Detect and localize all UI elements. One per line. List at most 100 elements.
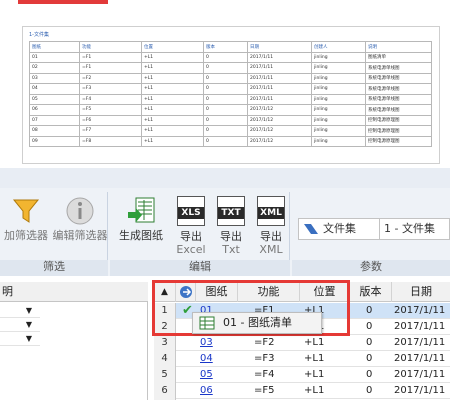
document-table-cell: 控制电源原理图 [365, 135, 432, 147]
document-table-cell: 03 [29, 72, 80, 84]
document-table-cell: +L1 [141, 135, 204, 147]
document-table-cell: jinling [311, 135, 366, 147]
document-table-cell: =F7 [79, 125, 142, 137]
document-col-header: 图纸 [29, 41, 80, 53]
document-col-header: 位置 [141, 41, 204, 53]
document-col-header: 日期 [247, 41, 312, 53]
document-table-cell: =F6 [79, 114, 142, 126]
fileset-label-box: 文件集 [298, 218, 380, 240]
grid-row-number[interactable]: 6 [154, 383, 176, 399]
grid-row-number[interactable]: 4 [154, 351, 176, 367]
document-table-cell: 系统电源单线图 [365, 104, 432, 116]
dropdown-arrow-icon[interactable]: ▼ [24, 334, 34, 344]
grid-cell-loc: +L1 [304, 385, 325, 396]
sheet-icon [199, 316, 215, 330]
grid-row[interactable]: 4 04 =F3 +L1 0 2017/1/11 [154, 351, 450, 367]
grid-col-header-date[interactable]: 日期 [392, 282, 450, 302]
filter-panel-header: 明 [0, 282, 148, 302]
document-table-cell: 2017/1/11 [247, 51, 312, 63]
grid-drawing-link[interactable]: 05 [200, 367, 213, 383]
document-table-cell: 06 [29, 104, 80, 116]
grid-row[interactable]: 3 03 =F2 +L1 0 2017/1/11 [154, 335, 450, 351]
document-table-cell: 2017/1/11 [247, 83, 312, 95]
grid-drawing-link[interactable]: 03 [200, 335, 213, 351]
document-table-cell: 05 [29, 93, 80, 105]
ribbon-tab-strip [0, 168, 450, 188]
grid-cell-ver: 0 [366, 321, 373, 332]
document-table-cell: 图纸清单 [365, 51, 432, 63]
document-table-cell: +L1 [141, 62, 204, 74]
dropdown-arrow-icon[interactable]: ▼ [24, 320, 34, 330]
document-table-cell: 08 [29, 125, 80, 137]
document-table-cell: 04 [29, 83, 80, 95]
document-table-cell: +L1 [141, 51, 204, 63]
document-table-cell: jinling [311, 125, 366, 137]
grid-cell-ver: 0 [366, 305, 373, 316]
grid-row[interactable]: 6 06 =F5 +L1 0 2017/1/11 [154, 383, 450, 399]
document-table-row: 07 =F6 +L1 0 2017/1/12 jinling 控制电源原理图 [29, 114, 432, 126]
params-group-footer: 参数 [292, 260, 450, 276]
document-table-cell: =F1 [79, 51, 142, 63]
generate-drawing-button[interactable]: 生成图纸 [114, 196, 168, 242]
export-txt-button[interactable]: TXT 导出 Txt [212, 196, 250, 260]
export-xml-button[interactable]: XML 导出 XML [252, 196, 290, 260]
grid-cell-date: 2017/1/11 [394, 337, 446, 348]
document-table-cell: jinling [311, 93, 366, 105]
document-table-cell: 0 [203, 51, 248, 63]
document-table-cell: 0 [203, 93, 248, 105]
export-excel-button[interactable]: XLS 导出 Excel [172, 196, 210, 260]
filter-row[interactable]: ▼ [0, 304, 40, 318]
document-table-cell: 0 [203, 125, 248, 137]
document-table-cell: jinling [311, 83, 366, 95]
xml-icon-text: XML [258, 207, 284, 219]
grid-drawing-link[interactable]: 04 [200, 351, 213, 367]
document-table-cell: 系统电源单线图 [365, 93, 432, 105]
fileset-value: 1 - 文件集 [384, 222, 435, 235]
export-txt-line1: 导出 [220, 230, 242, 243]
edit-group-footer: 编辑 [110, 260, 290, 276]
dropdown-arrow-icon[interactable]: ▼ [24, 306, 34, 316]
export-excel-line2: Excel [176, 243, 206, 256]
grid-cell-loc: +L1 [304, 369, 325, 380]
document-table-cell: +L1 [141, 104, 204, 116]
filter-row[interactable]: ▼ [0, 332, 40, 346]
grid-cell-ver: 0 [366, 385, 373, 396]
grid-row[interactable]: 5 05 =F4 +L1 0 2017/1/11 [154, 367, 450, 383]
grid-drawing-link[interactable]: 06 [200, 383, 213, 399]
document-table-row: 02 =F1 +L1 0 2017/1/11 jinling 系统电源单线图 [29, 62, 432, 74]
document-table-cell: 2017/1/11 [247, 62, 312, 74]
add-filter-button[interactable]: 加筛选器 [0, 196, 52, 242]
red-marker [18, 0, 108, 4]
grid-col-header-version[interactable]: 版本 [350, 282, 392, 302]
document-table-cell: 2017/1/11 [247, 72, 312, 84]
document-table-cell: 2017/1/12 [247, 114, 312, 126]
document-table-cell: 系统电源单线图 [365, 62, 432, 74]
document-table-cell: 2017/1/12 [247, 135, 312, 147]
document-col-header: 创建人 [311, 41, 366, 53]
filter-group-footer: 筛选 [0, 260, 108, 276]
filter-row[interactable]: ▼ [0, 318, 40, 332]
document-col-header: 说明 [365, 41, 432, 53]
document-table-cell: 控制电源原理图 [365, 114, 432, 126]
export-xml-line1: 导出 [260, 230, 282, 243]
document-table-row: 04 =F3 +L1 0 2017/1/11 jinling 系统电源单线图 [29, 83, 432, 95]
document-table-cell: 0 [203, 104, 248, 116]
info-icon [66, 197, 94, 225]
document-table-row: 03 =F2 +L1 0 2017/1/11 jinling 系统电源单线图 [29, 72, 432, 84]
document-table-cell: =F2 [79, 72, 142, 84]
document-table-cell: 02 [29, 62, 80, 74]
document-table-cell: +L1 [141, 114, 204, 126]
grid-cell-date: 2017/1/11 [394, 305, 446, 316]
document-sheet: 1-文件集 图纸 功能 位置 版本 日期 创建人 说明 01 =F1 +L1 0… [22, 26, 440, 164]
document-table-cell: =F1 [79, 62, 142, 74]
edit-filter-button[interactable]: 编辑筛选器 [52, 196, 108, 242]
fileset-select[interactable]: 1 - 文件集 [380, 218, 450, 240]
document-table-row: 06 =F5 +L1 0 2017/1/12 jinling 系统电源单线图 [29, 104, 432, 116]
document-table-cell: =F3 [79, 83, 142, 95]
grid-row-number[interactable]: 3 [154, 335, 176, 351]
grid-cell-date: 2017/1/11 [394, 385, 446, 396]
grid-cell-ver: 0 [366, 337, 373, 348]
grid-cell-date: 2017/1/11 [394, 321, 446, 332]
document-table-cell: jinling [311, 51, 366, 63]
grid-row-number[interactable]: 5 [154, 367, 176, 383]
